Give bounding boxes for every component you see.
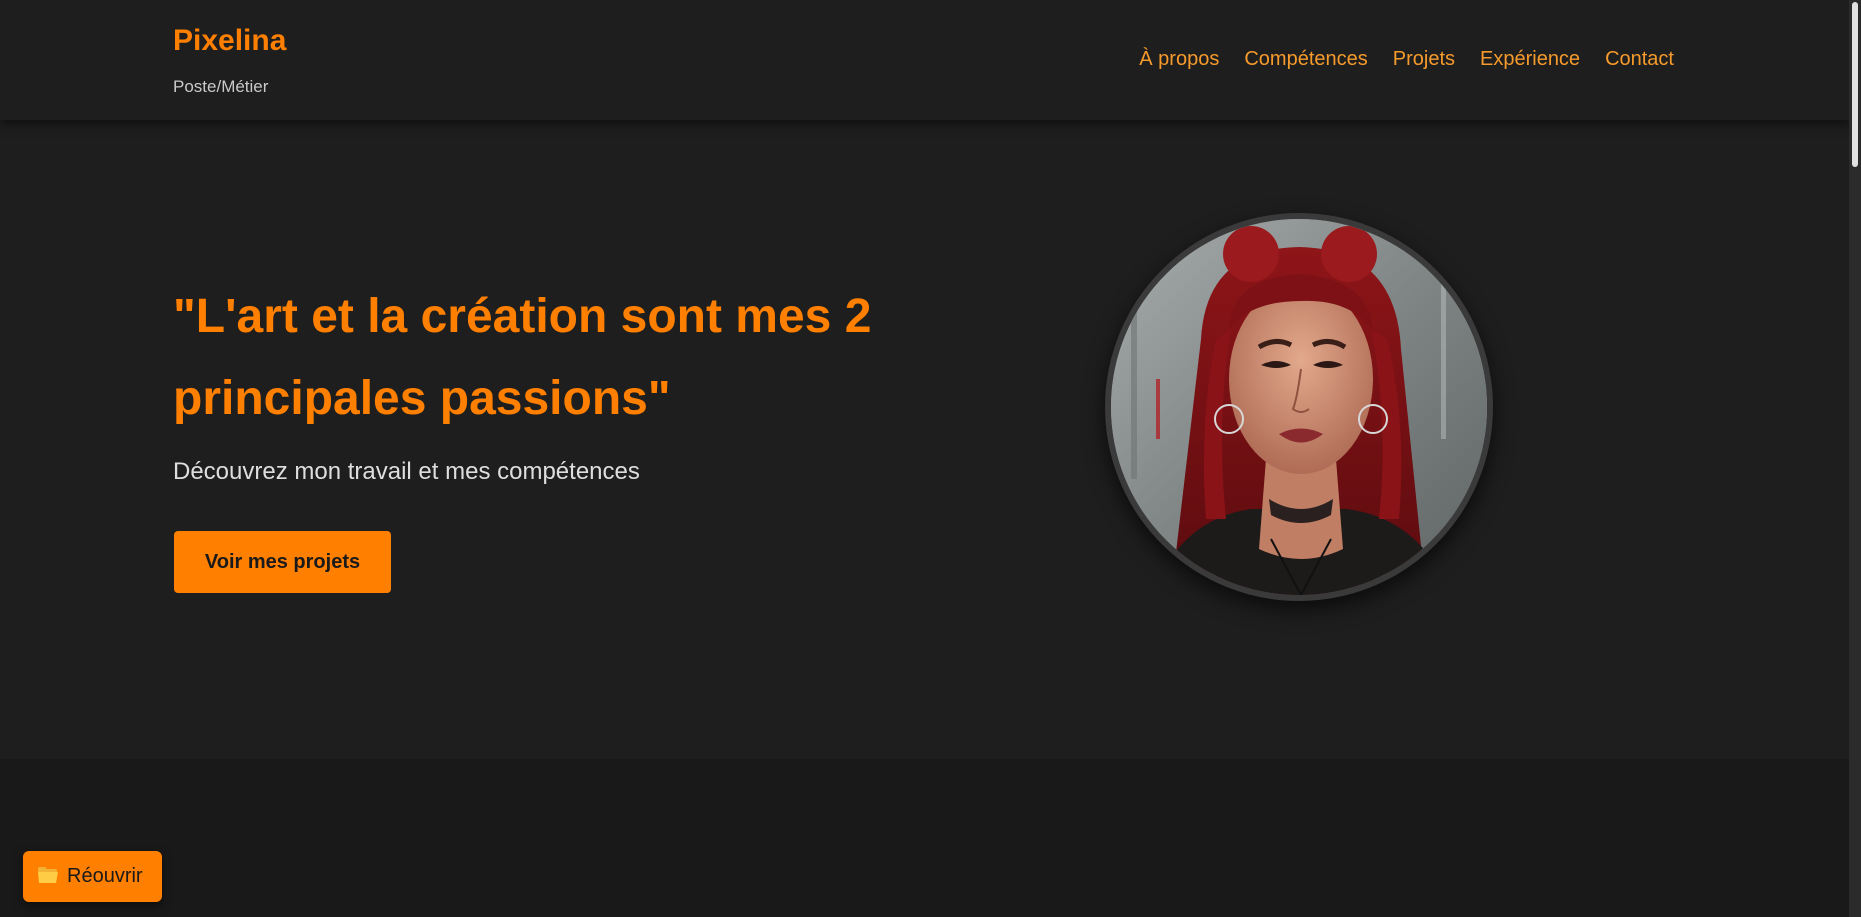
nav-link-contact[interactable]: Contact [1605, 48, 1674, 71]
hero-title: "L'art et la création sont mes 2 princip… [173, 290, 872, 425]
portrait-illustration [1111, 219, 1487, 595]
brand-subtitle: Poste/Métier [173, 77, 269, 96]
nav-link-skills[interactable]: Compétences [1244, 48, 1367, 71]
scrollbar-thumb[interactable] [1852, 2, 1858, 167]
view-projects-button[interactable]: Voir mes projets [174, 531, 391, 593]
next-section [0, 759, 1849, 917]
main-nav: À propos Compétences Projets Expérience … [1139, 48, 1674, 71]
nav-link-projects[interactable]: Projets [1393, 48, 1455, 71]
reopen-label: Réouvrir [67, 865, 143, 887]
nav-link-experience[interactable]: Expérience [1480, 48, 1580, 71]
reopen-button[interactable]: Réouvrir [23, 851, 162, 902]
vertical-scrollbar[interactable] [1849, 0, 1861, 917]
hero-subtitle: Découvrez mon travail et mes compétences [173, 458, 640, 485]
brand-name[interactable]: Pixelina [173, 24, 286, 58]
hero-section: "L'art et la création sont mes 2 princip… [0, 120, 1849, 759]
page: Pixelina Poste/Métier À propos Compétenc… [0, 0, 1861, 917]
folder-open-icon [37, 866, 59, 887]
site-header: Pixelina Poste/Métier À propos Compétenc… [0, 0, 1849, 120]
profile-portrait [1105, 213, 1493, 601]
nav-link-about[interactable]: À propos [1139, 48, 1219, 71]
